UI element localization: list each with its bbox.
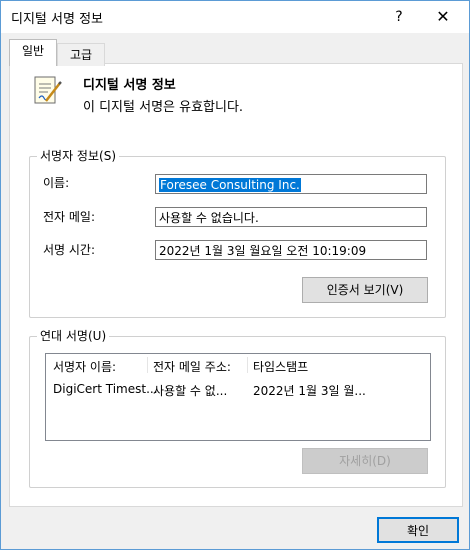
row-signer-name[interactable]: DigiCert Timest...: [53, 382, 158, 396]
column-divider: [247, 357, 248, 373]
row-timestamp[interactable]: 2022년 1월 3일 월...: [253, 382, 366, 399]
window-title: 디지털 서명 정보: [11, 12, 103, 27]
signing-time-label: 서명 시간:: [43, 243, 96, 257]
signed-document-icon: [34, 76, 62, 104]
column-header-signer-name[interactable]: 서명자 이름:: [53, 358, 116, 375]
column-header-timestamp[interactable]: 타임스탬프: [253, 358, 308, 375]
email-field[interactable]: 사용할 수 없습니다.: [155, 207, 427, 227]
row-email[interactable]: 사용할 수 없...: [153, 382, 227, 399]
column-header-email[interactable]: 전자 메일 주소:: [153, 358, 231, 375]
tab-general[interactable]: 일반: [9, 39, 57, 66]
countersignature-list[interactable]: 서명자 이름: 전자 메일 주소: 타임스탬프 DigiCert Timest.…: [45, 353, 431, 441]
countersignature-group-label: 연대 서명(U): [37, 327, 110, 344]
ok-button[interactable]: 확인: [377, 517, 459, 543]
info-title: 디지털 서명 정보: [83, 78, 176, 93]
column-divider: [147, 357, 148, 373]
email-label: 전자 메일:: [43, 210, 96, 224]
name-field[interactable]: Foresee Consulting Inc.: [155, 174, 427, 194]
signing-time-field[interactable]: 2022년 1월 3일 월요일 오전 10:19:09: [155, 240, 427, 260]
help-icon[interactable]: ?: [387, 5, 411, 29]
name-label: 이름:: [43, 176, 70, 190]
signature-details-dialog: 디지털 서명 정보 ? ✕ 일반 고급 디지털 서명 정보 이 디지털 서명은 …: [0, 0, 470, 550]
view-certificate-button[interactable]: 인증서 보기(V): [302, 277, 428, 303]
info-subtitle: 이 디지털 서명은 유효합니다.: [83, 100, 244, 115]
close-icon[interactable]: ✕: [431, 5, 455, 29]
tab-advanced[interactable]: 고급: [57, 43, 105, 66]
name-value: Foresee Consulting Inc.: [159, 178, 301, 192]
signer-group-label: 서명자 정보(S): [37, 147, 119, 164]
details-button[interactable]: 자세히(D): [302, 448, 428, 474]
title-bar: 디지털 서명 정보 ? ✕: [1, 1, 469, 33]
